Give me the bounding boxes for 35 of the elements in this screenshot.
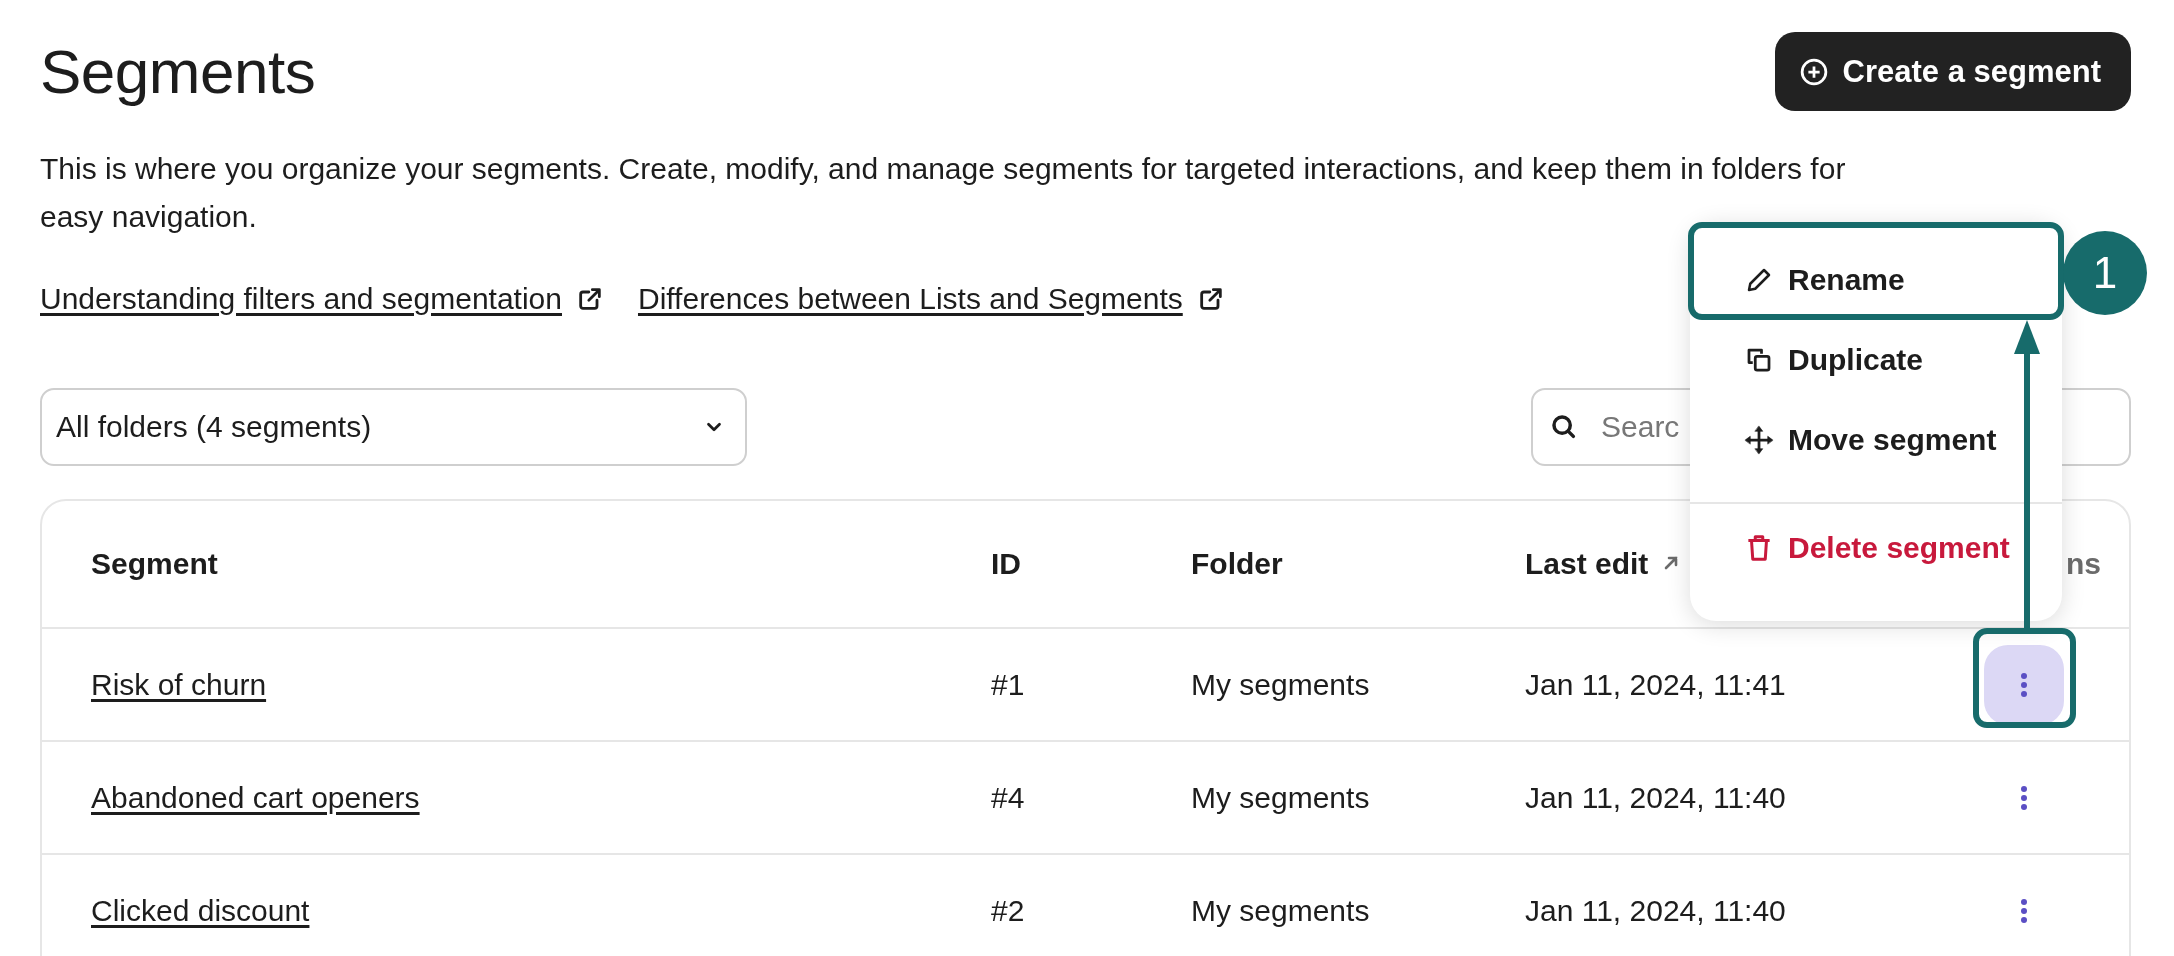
menu-item[interactable]: Duplicate: [1690, 320, 2062, 400]
table-cell-text: My segments: [1191, 780, 1371, 815]
help-link[interactable]: Understanding filters and segmentation: [40, 282, 562, 316]
column-header: ns: [2066, 547, 2102, 581]
external-link-icon: [576, 285, 604, 313]
page-title: Segments: [40, 38, 316, 107]
menu-item[interactable]: Delete segment: [1690, 508, 2062, 588]
menu-item[interactable]: Rename: [1690, 240, 2062, 320]
segment-link[interactable]: Risk of churn: [91, 667, 267, 701]
column-header: Segment: [91, 547, 218, 580]
table-cell-text: #1: [991, 667, 1026, 702]
description-text: This is where you organize your segments. Create, modify, and manage segments for targeted interactions, and keep them in folders for easy navigation.: [40, 151, 1847, 235]
more-icon: [2020, 897, 2028, 924]
table-cell-text: Jan 11, 2024, 11:41: [1525, 667, 1787, 702]
table-cell-text: #2: [991, 893, 1026, 928]
table-cell-text: Jan 11, 2024, 11:40: [1525, 780, 1787, 815]
more-icon: [2020, 671, 2028, 698]
column-header: ID: [991, 547, 1021, 580]
folder-dropdown[interactable]: All folders (4 segments): [40, 388, 747, 466]
move-arrows-icon: [1744, 425, 1774, 455]
create-segment-button[interactable]: Create a segment: [1774, 32, 2131, 111]
step-number-badge: 1: [2063, 231, 2147, 315]
row-actions-button[interactable]: [1984, 644, 2064, 725]
segment-link[interactable]: Abandoned cart openers: [91, 780, 420, 814]
column-header: Folder: [1191, 547, 1283, 580]
table-cell-text: My segments: [1191, 893, 1371, 928]
segment-link[interactable]: Clicked discount: [91, 893, 310, 927]
plus-circle-icon: [1798, 56, 1829, 87]
table-cell-text: My segments: [1191, 667, 1371, 702]
more-icon: [2020, 784, 2028, 811]
column-header: Last edit: [1525, 547, 1649, 581]
help-link[interactable]: Differences between Lists and Segments: [638, 282, 1183, 316]
table-cell-text: #4: [991, 780, 1026, 815]
menu-item[interactable]: Move segment: [1690, 400, 2062, 480]
table-cell-text: Jan 11, 2024, 11:40: [1525, 893, 1787, 928]
